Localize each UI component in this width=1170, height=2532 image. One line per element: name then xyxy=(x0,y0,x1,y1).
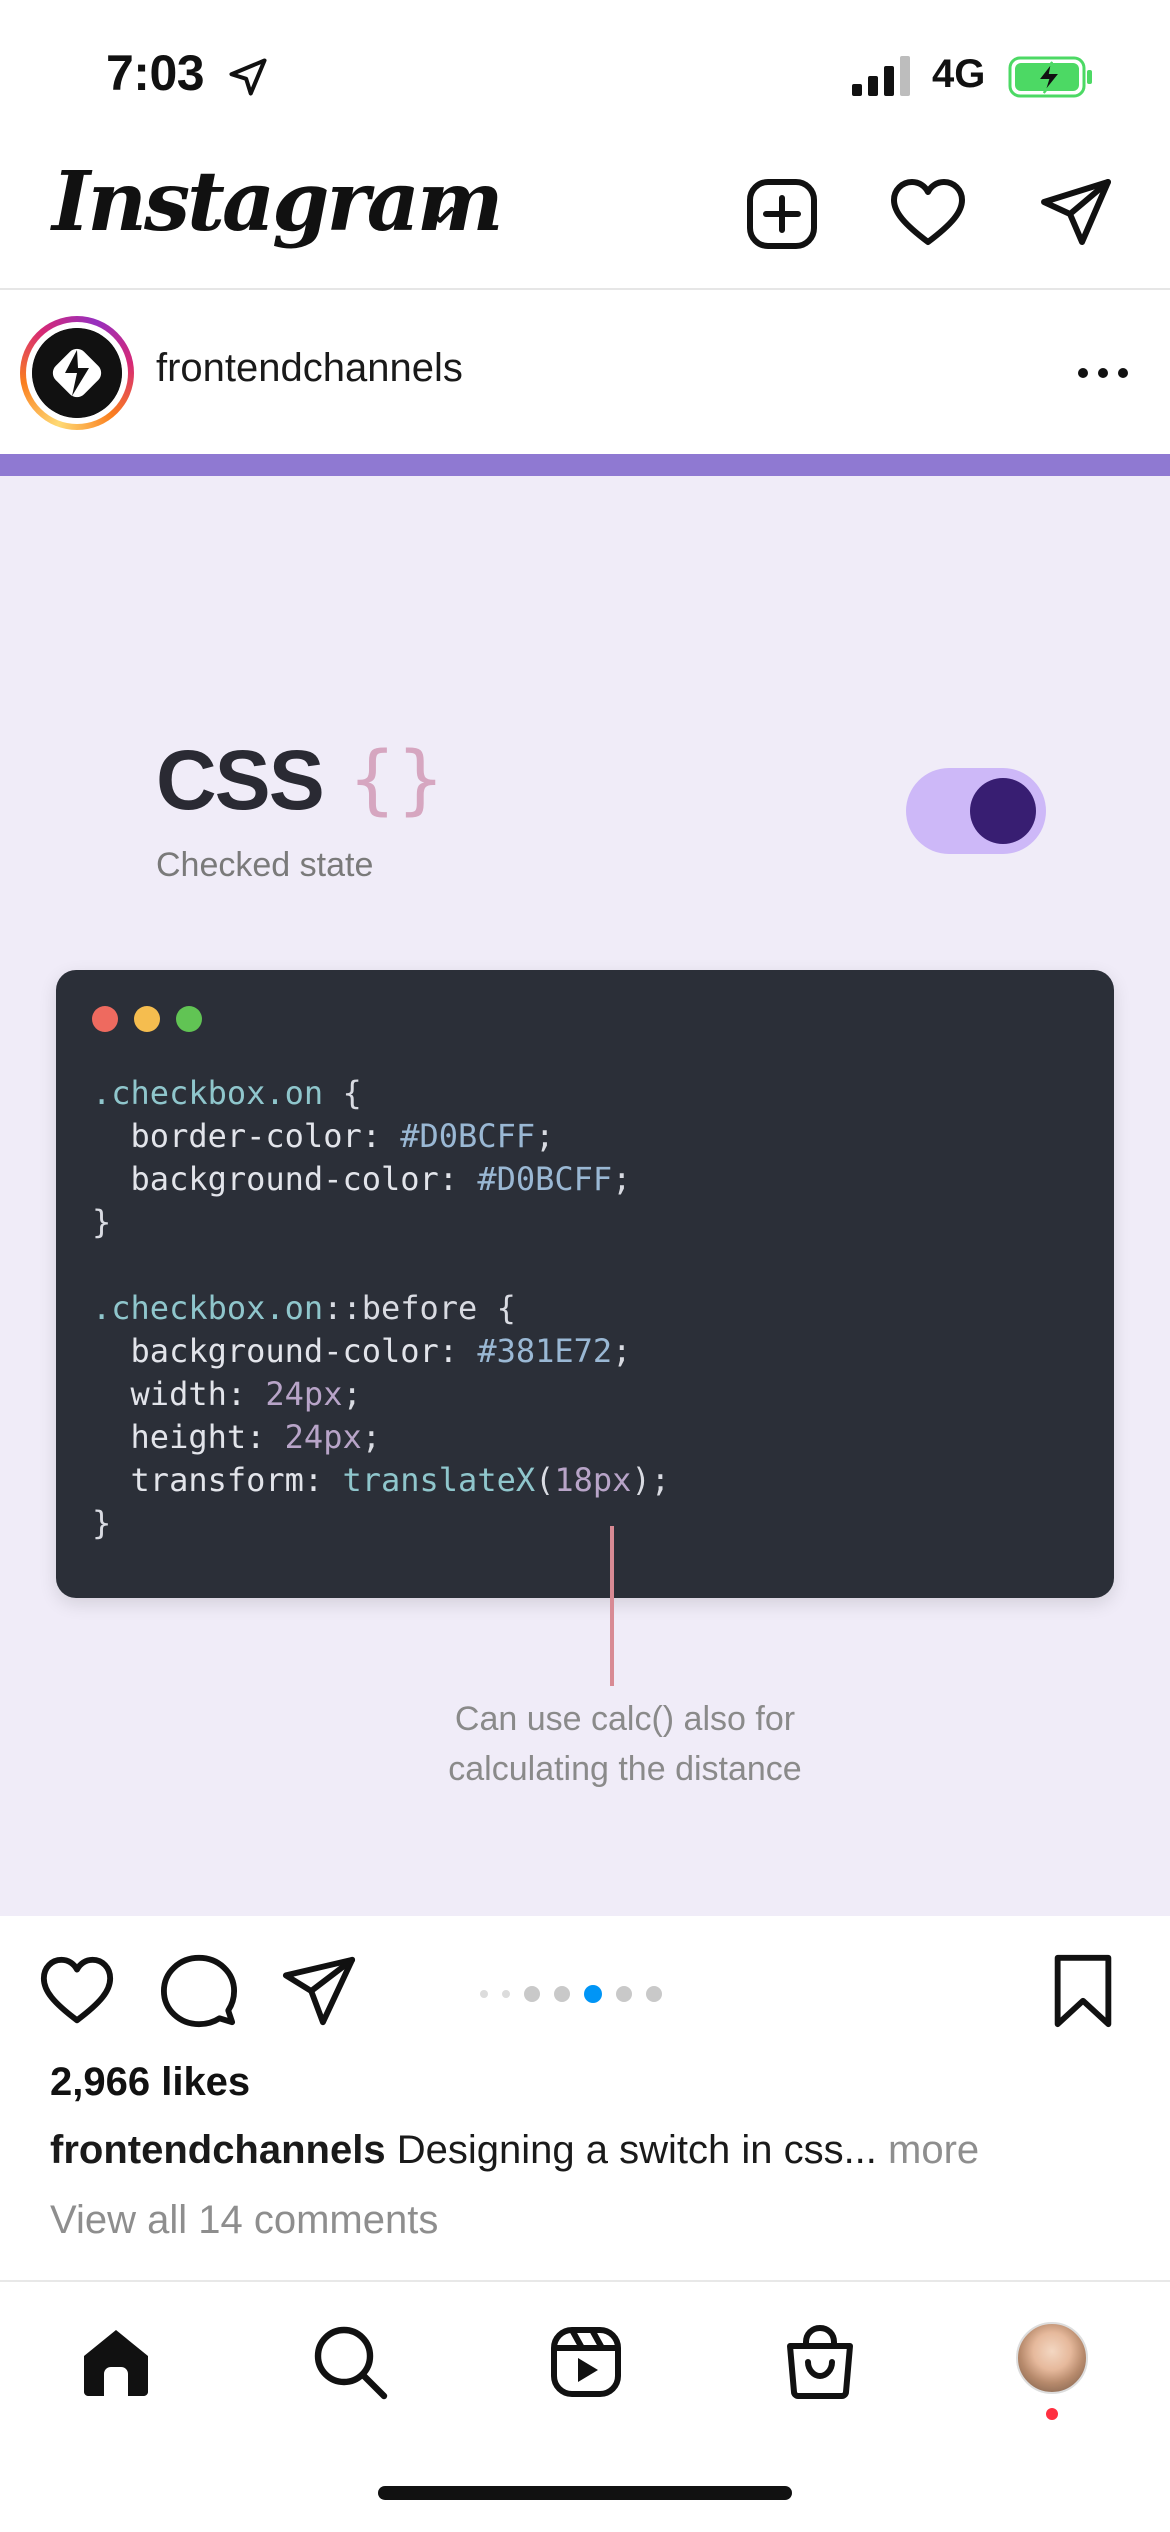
code-token: ; xyxy=(612,1332,632,1370)
status-bar: 7:03 4G xyxy=(0,0,1170,150)
reels-icon[interactable] xyxy=(546,2322,626,2402)
post-actions xyxy=(0,1916,1170,2056)
code-line: width: 24px; xyxy=(92,1373,670,1416)
code-line: background-color: #381E72; xyxy=(92,1330,670,1373)
post-media[interactable]: CSS {} Checked state .checkbox.on { bord… xyxy=(0,454,1170,1916)
window-minimize-dot xyxy=(134,1006,160,1032)
share-icon[interactable] xyxy=(280,1952,358,2030)
app-header: Instagram xyxy=(0,150,1170,290)
author-avatar[interactable] xyxy=(20,316,134,430)
code-token: .checkbox.on xyxy=(92,1074,324,1112)
carousel-dot xyxy=(616,1986,632,2002)
home-indicator[interactable] xyxy=(378,2486,792,2500)
carousel-dot xyxy=(554,1986,570,2002)
code-line: transform: translateX(18px); xyxy=(92,1459,670,1502)
caption-text: Designing a switch in css... xyxy=(385,2128,877,2172)
code-token: ; xyxy=(535,1117,555,1155)
like-heart-icon[interactable] xyxy=(38,1952,116,2030)
home-icon[interactable] xyxy=(76,2322,156,2402)
code-token: #D0BCFF xyxy=(400,1117,536,1155)
caption-more-link[interactable]: more xyxy=(877,2128,979,2172)
profile-notification-dot xyxy=(1046,2408,1058,2420)
window-maximize-dot xyxy=(176,1006,202,1032)
slide-subtitle: Checked state xyxy=(156,846,374,884)
code-token: ; xyxy=(612,1160,632,1198)
caption-username[interactable]: frontendchannels xyxy=(50,2128,386,2172)
profile-avatar[interactable] xyxy=(1016,2322,1088,2394)
code-token: { xyxy=(323,1074,362,1112)
post-caption: frontendchannels Designing a switch in c… xyxy=(50,2128,1140,2173)
location-arrow-icon xyxy=(229,58,267,96)
carousel-dot-active xyxy=(584,1985,602,2003)
carousel-dot xyxy=(480,1990,488,1998)
window-close-dot xyxy=(92,1006,118,1032)
status-time: 7:03 xyxy=(106,45,205,101)
heart-icon[interactable] xyxy=(888,174,968,254)
comment-icon[interactable] xyxy=(160,1952,238,2030)
code-line: .checkbox.on::before { xyxy=(92,1287,670,1330)
code-token: ; xyxy=(342,1375,362,1413)
view-comments-link[interactable]: View all 14 comments xyxy=(50,2198,438,2243)
code-line: } xyxy=(92,1502,670,1545)
bookmark-icon[interactable] xyxy=(1044,1952,1122,2030)
post-header: frontendchannels xyxy=(0,292,1170,454)
code-token: background-color: xyxy=(92,1160,478,1198)
code-line: height: 24px; xyxy=(92,1416,670,1459)
code-line: background-color: #D0BCFF; xyxy=(92,1158,670,1201)
code-line: } xyxy=(92,1201,670,1244)
code-token: translateX xyxy=(342,1461,536,1499)
carousel-dot xyxy=(646,1986,662,2002)
code-token: 24px xyxy=(284,1418,362,1456)
code-line: .checkbox.on { xyxy=(92,1072,670,1115)
slide-title: CSS xyxy=(156,733,325,827)
code-token: width: xyxy=(92,1375,266,1413)
code-block: .checkbox.on { border-color: #D0BCFF; ba… xyxy=(92,1072,670,1545)
chevron-down-icon[interactable] xyxy=(420,194,460,234)
more-options-icon[interactable] xyxy=(1070,348,1136,398)
code-token: #381E72 xyxy=(477,1332,613,1370)
post-author-username[interactable]: frontendchannels xyxy=(156,346,463,391)
network-type: 4G xyxy=(932,52,986,96)
battery-charging-icon xyxy=(1008,56,1092,98)
shop-bag-icon[interactable] xyxy=(780,2322,860,2402)
carousel-indicator xyxy=(480,1982,700,2006)
code-token: } xyxy=(92,1504,112,1542)
cellular-signal-icon xyxy=(852,56,910,96)
annotation-pointer-line xyxy=(610,1526,614,1686)
code-token: 18px xyxy=(554,1461,632,1499)
code-token: background-color: xyxy=(92,1332,478,1370)
code-token: .checkbox.on xyxy=(92,1289,324,1327)
braces-glyph: {} xyxy=(348,734,445,823)
annotation-line-2: calculating the distance xyxy=(448,1750,802,1788)
create-post-icon[interactable] xyxy=(742,174,822,254)
code-token: border-color: xyxy=(92,1117,401,1155)
search-icon[interactable] xyxy=(310,2322,390,2402)
code-token: ( xyxy=(535,1461,555,1499)
code-token: height: xyxy=(92,1418,285,1456)
toggle-knob xyxy=(970,778,1036,844)
code-token: } xyxy=(92,1203,112,1241)
toggle-switch-illustration xyxy=(906,768,1046,854)
code-token: 24px xyxy=(265,1375,343,1413)
frontendchannels-logo-icon xyxy=(32,328,122,418)
carousel-dot xyxy=(524,1986,540,2002)
code-window: .checkbox.on { border-color: #D0BCFF; ba… xyxy=(56,970,1114,1598)
code-token: ); xyxy=(631,1461,670,1499)
media-accent-bar xyxy=(0,454,1170,476)
annotation-text: Can use calc() also for calculating the … xyxy=(330,1694,920,1794)
code-token: ::before { xyxy=(323,1289,516,1327)
carousel-dot xyxy=(502,1990,510,1998)
annotation-line-1: Can use calc() also for xyxy=(454,1700,796,1738)
code-token: ; xyxy=(361,1418,381,1456)
code-token: transform: xyxy=(92,1461,343,1499)
code-line: border-color: #D0BCFF; xyxy=(92,1115,670,1158)
direct-message-icon[interactable] xyxy=(1036,174,1116,254)
code-token: #D0BCFF xyxy=(477,1160,613,1198)
likes-count[interactable]: 2,966 likes xyxy=(50,2060,250,2105)
